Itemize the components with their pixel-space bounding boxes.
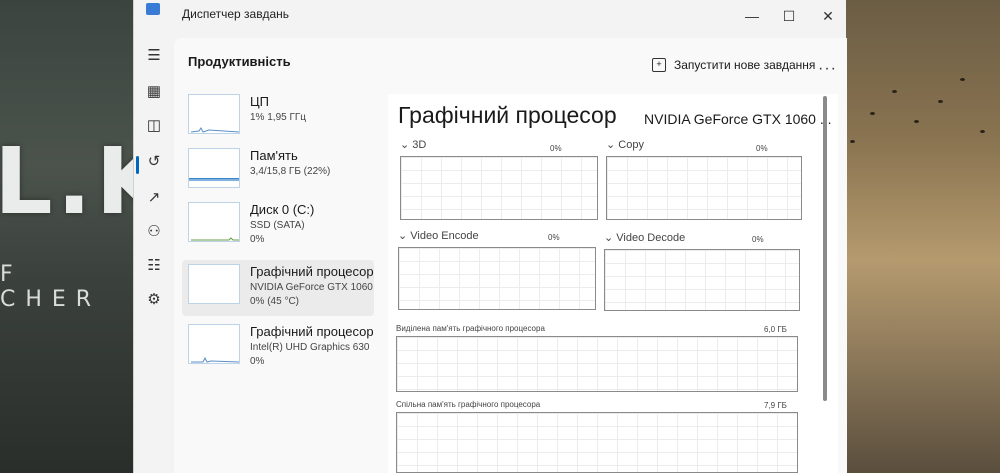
bird-shape <box>980 130 985 133</box>
task-manager-app-icon <box>146 3 160 15</box>
minimize-button[interactable]: — <box>740 6 764 26</box>
maximize-button[interactable]: ☐ <box>777 6 801 26</box>
main-content: Продуктивність + Запустити нове завдання… <box>174 38 847 473</box>
graph-video-encode-name: Video Encode <box>410 230 479 242</box>
list-item-disk[interactable]: Диск 0 (C:) SSD (SATA) 0% <box>182 198 374 254</box>
graph-copy-label[interactable]: ⌄ Copy <box>606 138 644 151</box>
bird-shape <box>892 90 897 93</box>
graph-copy <box>606 156 802 220</box>
hamburger-icon[interactable]: ☰ <box>144 46 164 66</box>
gpu-detail-panel: Графічний процесор NVIDIA GeForce GTX 10… <box>388 94 838 473</box>
graph-video-decode-name: Video Decode <box>616 232 686 244</box>
new-task-icon: + <box>652 58 666 72</box>
active-nav-indicator <box>136 156 139 174</box>
services-icon[interactable]: ⚙ <box>144 290 164 310</box>
processes-icon[interactable]: ▦ <box>144 82 164 102</box>
page-title: Продуктивність <box>188 54 291 69</box>
graph-3d <box>400 156 598 220</box>
run-new-task-button[interactable]: + Запустити нове завдання <box>652 58 815 72</box>
bird-shape <box>960 78 965 81</box>
bird-shape <box>850 140 855 143</box>
dedicated-memory-value: 6,0 ГБ <box>764 325 787 334</box>
disk-usage: 0% <box>250 234 265 245</box>
performance-icon[interactable]: ◫ <box>144 116 164 136</box>
task-manager-window: Диспетчер завдань — ☐ ✕ ☰ ▦ ◫ ↺ ↗ ⚇ ☷ ⚙ … <box>133 0 847 473</box>
chevron-down-icon: ⌄ <box>606 139 616 151</box>
graph-video-decode <box>604 249 800 311</box>
cpu-name: ЦП <box>250 94 269 109</box>
gpu0-usage: 0% (45 °C) <box>250 296 300 307</box>
gpu1-mini-graph-svg <box>191 356 240 363</box>
cpu-mini-graph-svg <box>190 127 240 133</box>
graph-video-encode <box>398 247 596 310</box>
memory-level-bar <box>189 178 239 181</box>
graph-video-encode-percent: 0% <box>548 233 560 242</box>
graph-video-encode-label[interactable]: ⌄ Video Encode <box>398 229 479 242</box>
dedicated-memory-label: Виділена пам'ять графічного процесора <box>396 324 545 333</box>
cpu-usage: 1% 1,95 ГГц <box>250 112 307 123</box>
graph-3d-percent: 0% <box>550 144 562 153</box>
gpu1-mini-graph <box>188 324 240 364</box>
graph-video-decode-percent: 0% <box>752 235 764 244</box>
more-options-button[interactable]: ··· <box>818 60 837 78</box>
startup-icon[interactable]: ↗ <box>144 188 164 208</box>
graph-copy-percent: 0% <box>756 144 768 153</box>
memory-usage: 3,4/15,8 ГБ (22%) <box>250 166 331 177</box>
navigation-rail: ☰ ▦ ◫ ↺ ↗ ⚇ ☷ ⚙ <box>134 38 174 473</box>
graph-copy-name: Copy <box>618 139 644 151</box>
graph-3d-name: 3D <box>412 139 427 151</box>
disk-mini-graph <box>188 202 240 242</box>
bird-shape <box>870 112 875 115</box>
graph-video-decode-label[interactable]: ⌄ Video Decode <box>604 231 685 244</box>
run-new-task-label: Запустити нове завдання <box>674 58 816 72</box>
memory-name: Пам'ять <box>250 148 298 163</box>
bird-shape <box>938 100 943 103</box>
list-item-gpu-0[interactable]: Графічний процесор 0 NVIDIA GeForce GTX … <box>182 260 374 316</box>
desktop-wallpaper-right <box>840 0 1000 473</box>
desktop-wallpaper-left: L.K.A F CHER <box>0 0 281 473</box>
gpu-model: NVIDIA GeForce GTX 1060 ... <box>644 111 832 127</box>
gpu-title: Графічний процесор <box>398 102 617 128</box>
list-item-gpu-1[interactable]: Графічний процесор 1 Intel(R) UHD Graphi… <box>182 320 374 376</box>
disk-type: SSD (SATA) <box>250 220 305 231</box>
shared-memory-value: 7,9 ГБ <box>764 401 787 410</box>
gpu0-name: Графічний процесор 0 <box>250 264 374 279</box>
bird-shape <box>914 120 919 123</box>
list-item-cpu[interactable]: ЦП 1% 1,95 ГГц <box>182 90 374 146</box>
history-icon[interactable]: ↺ <box>144 152 164 172</box>
disk-mini-graph-svg <box>191 237 239 241</box>
scrollbar[interactable] <box>823 96 827 401</box>
dedicated-memory-graph <box>396 336 798 392</box>
chevron-down-icon: ⌄ <box>604 232 614 244</box>
gpu0-mini-graph <box>188 264 240 304</box>
users-icon[interactable]: ⚇ <box>144 222 164 242</box>
shared-memory-label: Спільна пам'ять графічного процесора <box>396 400 541 409</box>
disk-name: Диск 0 (C:) <box>250 202 315 217</box>
gpu1-name: Графічний процесор 1 <box>250 324 374 339</box>
memory-mini-graph <box>188 148 240 188</box>
list-item-memory[interactable]: Пам'ять 3,4/15,8 ГБ (22%) <box>182 144 374 200</box>
cpu-mini-graph <box>188 94 240 134</box>
gpu1-usage: 0% <box>250 356 265 367</box>
close-button[interactable]: ✕ <box>816 6 840 26</box>
shared-memory-graph <box>396 412 798 473</box>
chevron-down-icon: ⌄ <box>398 230 408 242</box>
window-title: Диспетчер завдань <box>182 7 290 21</box>
gpu0-model: NVIDIA GeForce GTX 1060 <box>250 282 373 293</box>
gpu1-model: Intel(R) UHD Graphics 630 <box>250 342 370 353</box>
wallpaper-subtext: F CHER <box>0 262 102 312</box>
title-bar[interactable]: Диспетчер завдань — ☐ ✕ <box>134 0 847 32</box>
chevron-down-icon: ⌄ <box>400 139 410 151</box>
graph-3d-label[interactable]: ⌄ 3D <box>400 138 426 151</box>
details-icon[interactable]: ☷ <box>144 256 164 276</box>
